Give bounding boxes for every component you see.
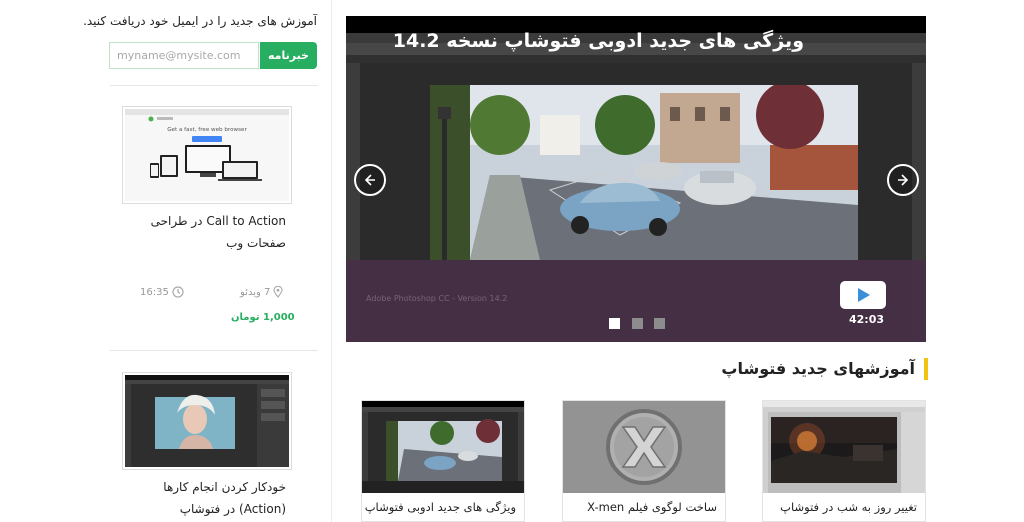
divider: [110, 350, 318, 351]
course-duration: 16:35: [140, 286, 184, 298]
sidebar: آموزش های جدید را در ایمیل خود دریافت کن…: [0, 0, 332, 522]
course-card-thumbnail[interactable]: [563, 401, 725, 493]
course-card-title[interactable]: تغییر روز به شب در فتوشاپ: [780, 497, 917, 517]
hero-slider[interactable]: Adobe Photoshop CC - Version 14.2 ویژگی …: [346, 16, 926, 342]
arrow-right-icon: [898, 174, 909, 186]
section-heading: آموزشهای جدید فتوشاپ: [721, 358, 928, 380]
browser-promo-image: Get a fast, free web browser: [125, 109, 289, 181]
course-thumbnail[interactable]: [122, 372, 292, 470]
slide-caption-title[interactable]: ویژگی های جدید ادوبی فتوشاپ نسخه 14.2: [393, 30, 804, 52]
newsletter-text: آموزش های جدید را در ایمیل خود دریافت کن…: [83, 14, 317, 28]
course-title-line2[interactable]: صفحات وب: [122, 232, 286, 254]
section-title: آموزشهای جدید فتوشاپ: [721, 359, 915, 378]
course-thumbnail[interactable]: Get a fast, free web browser: [122, 106, 292, 204]
newsletter-subscribe-button[interactable]: خبرنامه: [260, 42, 317, 69]
slider-next-button[interactable]: [887, 164, 919, 196]
slide-watermark: Adobe Photoshop CC - Version 14.2: [366, 294, 508, 303]
slide-duration: 42:03: [849, 313, 885, 326]
course-card-thumbnail[interactable]: [362, 401, 524, 493]
xmen-logo-image: [563, 401, 725, 493]
course-title[interactable]: Call to Action در طراحی صفحات وب: [122, 210, 292, 254]
course-title-line1[interactable]: Call to Action در طراحی: [122, 210, 286, 232]
course-title[interactable]: خودکار کردن انجام کارها (Action) در فتوش…: [122, 476, 292, 520]
slide-image: [430, 85, 858, 260]
slider-dot-3[interactable]: [654, 318, 665, 329]
course-card[interactable]: تغییر روز به شب در فتوشاپ: [762, 400, 926, 522]
day-to-night-image: [763, 401, 925, 493]
photoshop-portrait-image: [125, 375, 289, 467]
newsletter-email-input[interactable]: [109, 42, 259, 69]
slider-prev-button[interactable]: [354, 164, 386, 196]
course-card[interactable]: ساخت لوگوی فیلم X-men: [562, 400, 726, 522]
slider-dot-2[interactable]: [632, 318, 643, 329]
pin-icon: [273, 286, 283, 298]
course-card-title[interactable]: ویژگی های جدید ادوبی فتوشاپ: [365, 497, 516, 517]
arrow-left-icon: [364, 174, 375, 186]
duration-text: 16:35: [140, 286, 169, 298]
divider: [110, 85, 318, 86]
car-thumbnail-image: [362, 401, 524, 493]
slider-pagination: [609, 318, 669, 330]
slider-dot-1[interactable]: [609, 318, 620, 329]
course-card-title[interactable]: ساخت لوگوی فیلم X-men: [587, 497, 717, 517]
course-title-line1[interactable]: خودکار کردن انجام کارها: [122, 476, 286, 498]
video-count-text: 7 ویدئو: [240, 286, 271, 298]
clock-icon: [172, 286, 184, 298]
course-card-thumbnail[interactable]: [763, 401, 925, 493]
sidebar-course-card[interactable]: خودکار کردن انجام کارها (Action) در فتوش…: [122, 372, 292, 520]
course-card[interactable]: ویژگی های جدید ادوبی فتوشاپ: [361, 400, 525, 522]
course-video-count: 7 ویدئو: [240, 286, 283, 298]
course-price: 1,000 تومان: [231, 312, 295, 323]
course-title-line2[interactable]: (Action) در فتوشاپ: [122, 498, 286, 520]
newsletter-form: خبرنامه: [109, 42, 317, 69]
sidebar-course-card[interactable]: Get a fast, free web browser Call to Act…: [122, 106, 292, 254]
play-icon: [858, 288, 870, 302]
play-button[interactable]: [840, 281, 886, 309]
photoshop-tabs: [346, 55, 926, 63]
browser-headline: Get a fast, free web browser: [167, 127, 247, 133]
course-meta: 16:35 7 ویدئو: [140, 286, 290, 302]
